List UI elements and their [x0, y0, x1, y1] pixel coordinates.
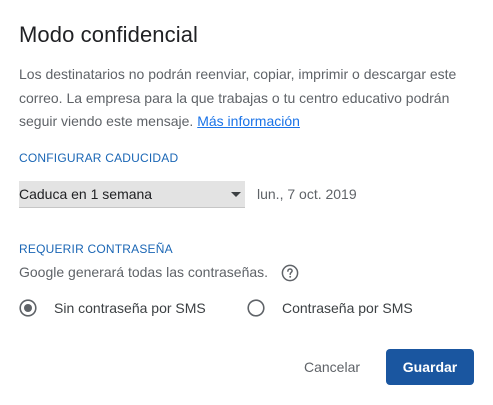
cancel-button[interactable]: Cancelar: [290, 349, 374, 385]
expiry-section-label: CONFIGURAR CADUCIDAD: [19, 151, 179, 165]
caret-down-icon: [231, 192, 241, 197]
radio-checked-icon: [19, 299, 37, 317]
expiry-select-value: Caduca en 1 semana: [19, 186, 153, 202]
radio-label-sms: Contraseña por SMS: [282, 300, 413, 316]
expiry-select[interactable]: Caduca en 1 semana: [19, 181, 245, 208]
dialog-title: Modo confidencial: [19, 22, 199, 47]
expiry-date: lun., 7 oct. 2019: [257, 186, 357, 202]
more-info-link[interactable]: Más información: [197, 113, 300, 129]
dialog-description: Los destinatarios no podrán reenviar, co…: [19, 63, 479, 134]
radio-label-no-sms: Sin contraseña por SMS: [54, 300, 206, 316]
radio-unchecked-icon: [247, 299, 265, 317]
save-button[interactable]: Guardar: [386, 349, 474, 385]
password-note: Google generará todas las contraseñas.: [19, 264, 269, 280]
help-circle-icon[interactable]: [281, 264, 299, 282]
confidential-mode-dialog: Modo confidencial Los destinatarios no p…: [0, 0, 493, 405]
password-section-label: REQUERIR CONTRASEÑA: [19, 242, 173, 256]
